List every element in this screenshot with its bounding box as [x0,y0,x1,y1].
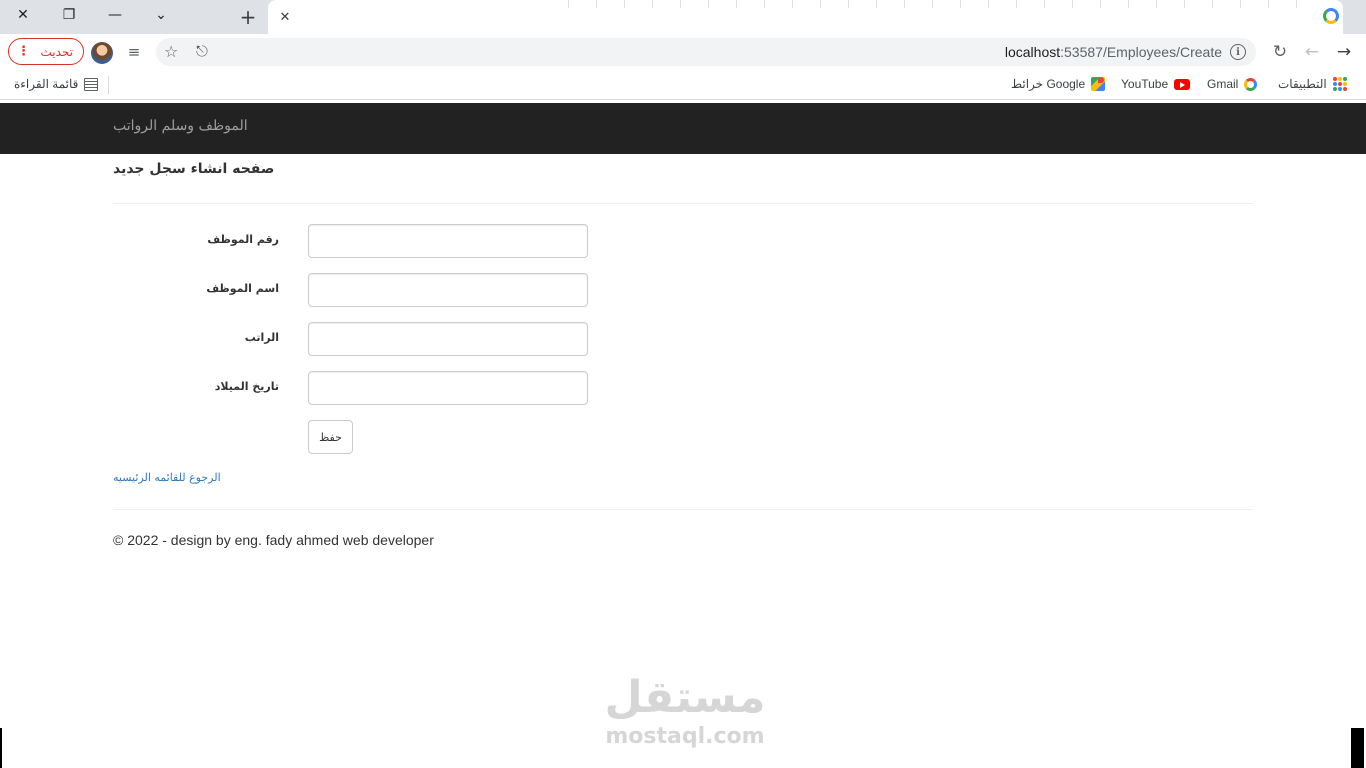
google-maps-icon [1091,77,1106,91]
plus-icon: + [239,5,257,29]
star-icon[interactable]: ☆ [164,42,178,61]
minimize-icon: — [108,7,122,23]
chevron-down-icon: ⌄ [155,7,167,23]
watermark: مستقل mostaql.com [600,670,770,748]
employee-id-input[interactable] [308,224,588,258]
salary-label: الراتب [244,331,279,344]
form-row-employee-id: رقم الموظف [113,224,593,258]
tab-close-button[interactable]: ✕ [276,8,294,26]
window-minimize-button[interactable]: — [92,0,138,30]
bookmark-reading-list[interactable]: قائمة القراءة [14,77,99,91]
back-to-list-link[interactable]: الرجوع للقائمه الرئيسيه [113,471,221,484]
profile-avatar[interactable] [91,42,113,64]
form-row-salary: الراتب [113,322,593,356]
bookmarks-divider [108,76,109,94]
arrow-right-icon: → [1336,42,1352,62]
screen-edge [1351,728,1364,768]
bookmark-google-maps[interactable]: خرائط Google [1011,77,1106,91]
bookmark-youtube[interactable]: YouTube [1121,77,1191,91]
bookmark-gmail[interactable]: Gmail [1207,77,1258,91]
watermark-latin: mostaql.com [605,724,765,749]
apps-grid-icon [1332,77,1347,91]
forward-button[interactable]: → [1332,40,1356,64]
bookmark-apps[interactable]: التطبيقات [1278,77,1347,91]
active-tab[interactable]: ✕ [268,0,1343,34]
close-icon: ✕ [17,7,29,23]
favicon-icon [1323,8,1339,24]
bookmarks-bar: قائمة القراءة خرائط Google YouTube Gmail… [0,70,1366,100]
footer-text: © 2022 - design by eng. fady ahmed web d… [113,532,434,548]
tab-search-button[interactable]: ⌄ [138,0,184,30]
page-title: صفحه انشاء سجل جديد [113,161,275,177]
salary-input[interactable] [308,322,588,356]
employee-name-input[interactable] [308,273,588,307]
back-button[interactable]: ← [1300,40,1324,64]
new-tab-button[interactable]: + [236,5,260,29]
bookmark-label: YouTube [1121,77,1169,91]
kebab-menu-icon: ⋮ [17,44,30,59]
reload-icon: ↻ [1272,42,1288,62]
divider [113,509,1253,510]
url-text[interactable]: localhost:53587/Employees/Create [1005,44,1222,60]
site-navbar: الموظف وسلم الرواتب [0,103,1366,154]
bookmark-label: Gmail [1207,77,1239,91]
update-label: تحديث [40,44,73,59]
google-icon [1244,77,1258,91]
arrow-left-icon: ← [1304,42,1320,62]
window-close-button[interactable]: ✕ [0,0,46,30]
employee-name-label: اسم الموظف [206,282,279,295]
birth-date-input[interactable] [308,371,588,405]
reload-button[interactable]: ↻ [1268,40,1292,64]
tab-strip: ✕ ❐ — ⌄ + ✕ [0,0,1366,34]
tab-loading-indicator [568,0,1313,8]
browser-toolbar: ⋮ تحديث ≡ ☆ ⎋ localhost:53587/Employees/… [0,34,1366,70]
window-restore-button[interactable]: ❐ [46,0,92,30]
close-icon: ✕ [279,9,291,25]
address-bar[interactable]: ☆ ⎋ localhost:53587/Employees/Create i [156,38,1256,66]
site-brand-link[interactable]: الموظف وسلم الرواتب [113,118,248,134]
screen-edge [0,728,2,768]
site-info-icon[interactable]: i [1230,44,1246,60]
divider [113,203,1253,204]
save-button[interactable]: حفظ [308,420,353,454]
bookmark-label: خرائط Google [1011,77,1086,91]
reading-list-icon [84,77,99,91]
update-button[interactable]: ⋮ تحديث [8,38,84,65]
watermark-arabic: مستقل [604,672,766,723]
form-row-employee-name: اسم الموظف [113,273,593,307]
form-row-birth-date: تاريخ الميلاد [113,371,593,405]
birth-date-label: تاريخ الميلاد [214,380,279,393]
media-queue-button[interactable]: ≡ [122,40,146,64]
youtube-icon [1174,78,1191,90]
share-icon[interactable]: ⎋ [196,42,208,60]
employee-id-label: رقم الموظف [207,233,279,246]
restore-icon: ❐ [62,7,76,23]
playlist-icon: ≡ [127,43,141,61]
bookmark-label: التطبيقات [1278,77,1327,91]
bookmark-label: قائمة القراءة [14,77,79,91]
